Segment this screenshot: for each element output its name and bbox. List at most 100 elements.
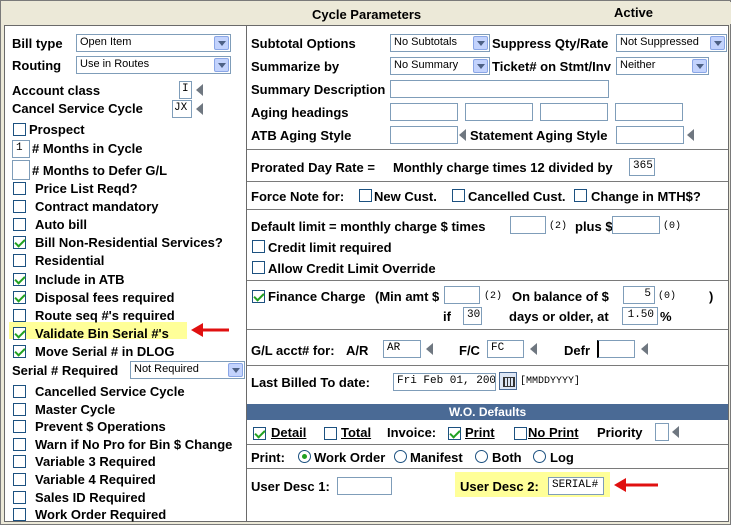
divider — [247, 149, 728, 150]
gl-acct-label: G/L acct# for: — [251, 343, 335, 358]
cancel-service-cycle-field[interactable]: JX — [172, 100, 192, 118]
balance-label: On balance of $ — [512, 289, 609, 304]
aging-heading-2-field[interactable] — [465, 103, 533, 121]
atb-aging-style-field[interactable] — [390, 126, 458, 144]
radio-both-label: Both — [492, 450, 522, 465]
fc-field[interactable]: FC — [487, 340, 524, 358]
checkbox-warn-if-no-pro-for-bin-change[interactable] — [13, 437, 26, 451]
checkbox-validate-bin-serial-s[interactable] — [13, 326, 26, 340]
subtotal-options-select[interactable]: No Subtotals — [390, 34, 490, 52]
summarize-by-select[interactable]: No Summary — [390, 57, 490, 75]
checkbox-master-cycle[interactable] — [13, 402, 26, 416]
lookup-arrow-icon[interactable] — [196, 84, 203, 96]
checkbox-label: Bill Non-Residential Services? — [35, 235, 223, 251]
prorated-days-field[interactable]: 365 — [629, 158, 655, 176]
checkbox-label: Auto bill — [35, 217, 87, 233]
checkbox-variable-4-required[interactable] — [13, 473, 26, 486]
left-panel: Bill type Open Item Routing Use in Route… — [4, 25, 247, 522]
checkbox-disposal-fees-required[interactable] — [13, 290, 26, 304]
calendar-icon[interactable] — [499, 372, 517, 390]
detail-label: Detail — [271, 425, 307, 440]
radio-work-order[interactable] — [298, 450, 311, 463]
suppress-qty-select[interactable]: Not Suppressed — [616, 34, 727, 52]
checkbox-contract-mandatory[interactable] — [13, 200, 26, 214]
default-limit-times-field[interactable] — [510, 216, 546, 234]
balance-field[interactable]: 5 — [623, 286, 655, 304]
lookup-arrow-icon[interactable] — [530, 343, 537, 355]
checkbox-label: Cancelled Service Cycle — [35, 384, 185, 399]
credit-limit-required-label: Credit limit required — [268, 240, 392, 255]
months-defer-field[interactable] — [12, 160, 30, 180]
checkbox-auto-bill[interactable] — [13, 218, 26, 232]
new-cust-checkbox[interactable] — [359, 189, 372, 202]
aging-heading-4-field[interactable] — [615, 103, 683, 121]
checkbox-work-order-required[interactable] — [13, 508, 26, 522]
user-desc-1-field[interactable] — [337, 477, 392, 495]
lookup-arrow-icon[interactable] — [641, 343, 648, 355]
radio-work-order-label: Work Order — [314, 450, 386, 465]
allow-override-checkbox[interactable] — [252, 261, 265, 274]
lookup-arrow-icon[interactable] — [672, 426, 679, 438]
ar-field[interactable]: AR — [383, 340, 421, 358]
checkbox-route-seq-s-required[interactable] — [13, 308, 26, 322]
summary-description-label: Summary Description — [251, 82, 386, 97]
checkbox-include-in-atb[interactable] — [13, 272, 26, 286]
defr-field[interactable] — [597, 340, 635, 358]
routing-select[interactable]: Use in Routes — [76, 56, 231, 74]
prospect-checkbox[interactable] — [13, 123, 26, 136]
serial-required-select[interactable]: Not Required — [130, 361, 245, 379]
lookup-arrow-icon[interactable] — [426, 343, 433, 355]
fc-label: F/C — [459, 343, 480, 358]
user-desc-2-field[interactable]: SERIAL# — [548, 477, 604, 495]
finance-charge-label: Finance Charge — [268, 289, 366, 304]
summary-description-field[interactable] — [390, 80, 609, 98]
rate-field[interactable]: 1.50 — [622, 307, 658, 325]
checkbox-label: Master Cycle — [35, 401, 116, 417]
total-checkbox[interactable] — [324, 427, 337, 440]
no-print-checkbox[interactable] — [514, 427, 527, 440]
checkbox-prevent-operations[interactable] — [13, 420, 26, 434]
statement-aging-style-field[interactable] — [616, 126, 684, 144]
checkbox-variable-3-required[interactable] — [13, 455, 26, 469]
cycle-parameters-window: Cycle Parameters Active Bill type Open I… — [0, 0, 731, 525]
radio-both[interactable] — [475, 450, 488, 463]
credit-limit-required-checkbox[interactable] — [252, 240, 265, 253]
checkbox-price-list-reqd[interactable] — [13, 182, 26, 195]
checkbox-cancelled-service-cycle[interactable] — [13, 385, 26, 398]
radio-manifest[interactable] — [394, 450, 407, 463]
lookup-arrow-icon[interactable] — [687, 129, 694, 141]
last-billed-field[interactable]: Fri Feb 01, 2008 — [393, 373, 496, 391]
min-amt-field[interactable] — [444, 286, 480, 304]
checkbox-label: Contract mandatory — [35, 199, 159, 215]
cancelled-cust-checkbox[interactable] — [452, 189, 465, 202]
aging-heading-3-field[interactable] — [540, 103, 608, 121]
red-arrow-icon — [614, 478, 658, 492]
change-mth-checkbox[interactable] — [574, 189, 587, 202]
bill-type-select[interactable]: Open Item — [76, 34, 231, 52]
serial-required-label: Serial # Required — [12, 363, 119, 378]
months-in-cycle-field[interactable]: 1 — [12, 140, 30, 158]
priority-field[interactable] — [655, 423, 669, 441]
checkbox-bill-non-residential-services[interactable] — [13, 236, 26, 250]
checkbox-label: Work Order Required — [35, 507, 167, 523]
if-label: if — [443, 309, 451, 324]
divider — [247, 365, 728, 366]
aging-heading-1-field[interactable] — [390, 103, 458, 121]
lookup-arrow-icon[interactable] — [196, 103, 203, 115]
checkbox-label: Prevent $ Operations — [35, 419, 166, 435]
default-limit-plus-suffix: (0) — [663, 221, 682, 232]
checkbox-move-serial-in-dlog[interactable] — [13, 344, 26, 358]
lookup-arrow-icon[interactable] — [459, 129, 466, 141]
print-checkbox[interactable] — [448, 427, 461, 440]
checkbox-sales-id-required[interactable] — [13, 490, 26, 504]
account-class-field[interactable]: I — [179, 81, 192, 99]
finance-charge-checkbox[interactable] — [252, 290, 265, 303]
checkbox-residential[interactable] — [13, 254, 26, 268]
chevron-down-icon — [473, 36, 488, 50]
days-field[interactable]: 30 — [463, 307, 482, 325]
detail-checkbox[interactable] — [253, 427, 266, 440]
ticket-on-stmt-select[interactable]: Neither — [616, 57, 709, 75]
checkbox-label: Move Serial # in DLOG — [35, 343, 175, 359]
default-limit-plus-field[interactable] — [612, 216, 660, 234]
radio-log[interactable] — [533, 450, 546, 463]
